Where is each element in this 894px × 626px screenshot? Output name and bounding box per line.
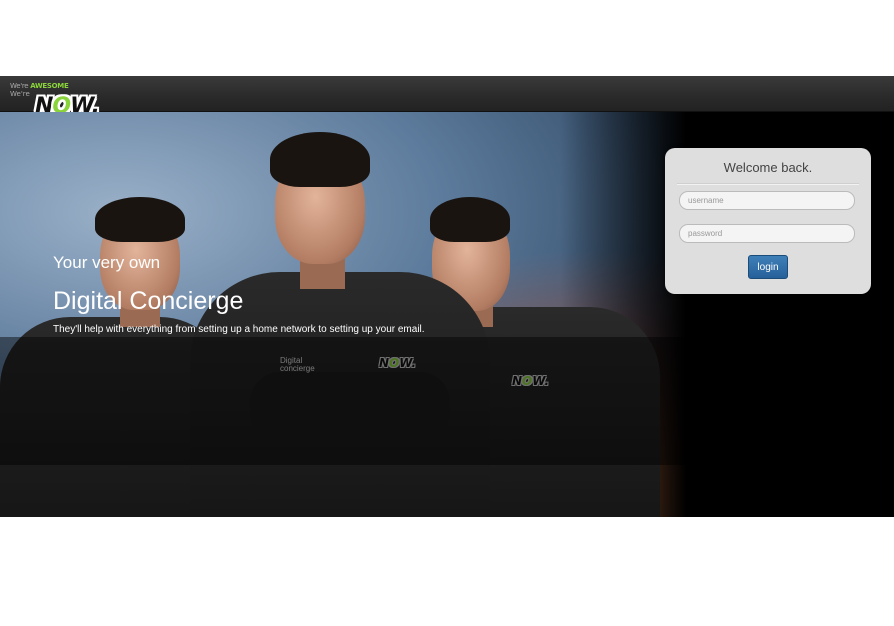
logo-tagline-top: We're AWESOME xyxy=(10,82,69,90)
login-button[interactable]: login xyxy=(748,255,788,279)
login-heading: Welcome back. xyxy=(723,160,813,175)
caption-band xyxy=(0,337,894,465)
login-divider xyxy=(677,183,859,185)
top-navbar xyxy=(0,76,894,112)
hero-title: Digital Concierge xyxy=(53,287,244,315)
hero-subtitle: Your very own xyxy=(53,253,161,272)
hero-description: They'll help with everything from settin… xyxy=(53,324,425,335)
logo-tagline-bottom: We're xyxy=(10,90,30,98)
login-panel: Welcome back. login xyxy=(665,148,871,294)
password-input[interactable] xyxy=(679,224,855,243)
username-input[interactable] xyxy=(679,191,855,210)
